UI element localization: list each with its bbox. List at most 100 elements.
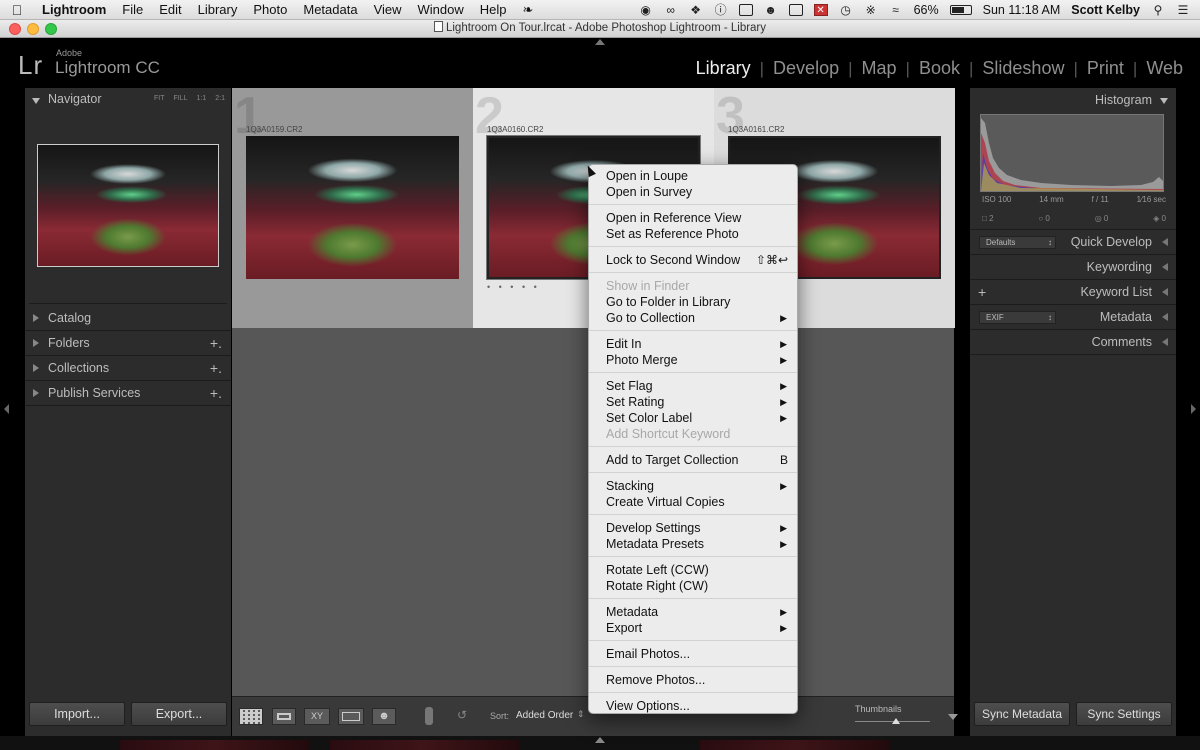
menu-item-remove-photos[interactable]: Remove Photos... — [589, 672, 797, 688]
quick-develop-header[interactable]: Defaults Quick Develop — [970, 230, 1176, 255]
grid-view-icon[interactable] — [239, 708, 263, 725]
close-window-button[interactable] — [9, 23, 21, 35]
rating-dots[interactable]: • • • • • — [487, 282, 540, 292]
notification-list-icon[interactable]: ☰ — [1176, 4, 1190, 16]
menu-item-go-to-folder-in-library[interactable]: Go to Folder in Library — [589, 294, 797, 310]
display-icon[interactable] — [738, 4, 753, 16]
module-library[interactable]: Library — [687, 58, 760, 79]
menu-library[interactable]: Library — [190, 2, 246, 17]
search-icon[interactable]: ⚲ — [1151, 4, 1165, 16]
wifi-icon[interactable]: ≈ — [889, 4, 903, 16]
menu-edit[interactable]: Edit — [151, 2, 189, 17]
module-slideshow[interactable]: Slideshow — [973, 58, 1073, 79]
survey-view-icon[interactable] — [338, 708, 364, 725]
histogram-header[interactable]: Histogram — [970, 88, 1176, 113]
menu-help[interactable]: Help — [472, 2, 515, 17]
compare-view-icon[interactable]: XY — [304, 708, 330, 725]
toolbar-menu-chevron-icon[interactable] — [948, 714, 958, 720]
minimize-window-button[interactable] — [27, 23, 39, 35]
add-folder-icon[interactable]: +. — [210, 331, 222, 356]
menu-item-open-in-survey[interactable]: Open in Survey — [589, 184, 797, 200]
apple-icon[interactable]:  — [0, 2, 34, 18]
spray-can-icon[interactable] — [425, 707, 433, 725]
camera-icon[interactable]: ◉ — [639, 4, 653, 16]
menu-item-lock-to-second-window[interactable]: Lock to Second Window ⇧⌘↩ — [589, 252, 797, 268]
menu-item-set-flag[interactable]: Set Flag ▶ — [589, 378, 797, 394]
zoom-window-button[interactable] — [45, 23, 57, 35]
menu-item-rotate-left-ccw[interactable]: Rotate Left (CCW) — [589, 562, 797, 578]
filmstrip-thumb[interactable] — [330, 740, 520, 750]
dropbox-icon[interactable]: ❖ — [689, 4, 703, 16]
add-collection-icon[interactable]: +. — [210, 356, 222, 381]
crop-count[interactable]: □ 2 — [982, 214, 994, 223]
module-develop[interactable]: Develop — [764, 58, 848, 79]
navigator-image[interactable] — [37, 144, 219, 267]
filmstrip-toggle-icon[interactable] — [595, 737, 605, 743]
filmstrip-thumb[interactable] — [120, 740, 310, 750]
rotate-icon[interactable]: ↺ — [457, 708, 467, 722]
saved-preset-select[interactable]: Defaults — [979, 236, 1056, 249]
sort-chevron-icon[interactable]: ⇕ — [577, 709, 585, 720]
menu-item-stacking[interactable]: Stacking ▶ — [589, 478, 797, 494]
thumbnail-slider-knob[interactable] — [892, 718, 900, 724]
menu-item-create-virtual-copies[interactable]: Create Virtual Copies — [589, 494, 797, 510]
brush-count[interactable]: ◈ 0 — [1153, 214, 1166, 223]
window-icon[interactable] — [788, 4, 803, 16]
photo-thumbnail[interactable] — [246, 136, 459, 279]
evernote-icon[interactable]: ☻ — [764, 4, 778, 16]
menu-item-email-photos[interactable]: Email Photos... — [589, 646, 797, 662]
menu-item-set-as-reference-photo[interactable]: Set as Reference Photo — [589, 226, 797, 242]
menu-item-open-in-loupe[interactable]: Open in Loupe — [589, 168, 797, 184]
add-keyword-icon[interactable]: + — [978, 280, 986, 305]
people-view-icon[interactable]: ☻ — [372, 708, 396, 725]
right-panel-toggle-icon[interactable] — [1191, 404, 1196, 414]
menu-item-open-in-reference-view[interactable]: Open in Reference View — [589, 210, 797, 226]
menubar-clock[interactable]: Sun 11:18 AM — [983, 3, 1061, 17]
bluetooth-icon[interactable]: ※ — [864, 4, 878, 16]
zoom-fill[interactable]: FILL — [174, 88, 188, 110]
menubar-user[interactable]: Scott Kelby — [1071, 3, 1140, 17]
menu-file[interactable]: File — [114, 2, 151, 17]
metadata-header[interactable]: EXIF Metadata — [970, 305, 1176, 330]
loupe-view-icon[interactable] — [272, 708, 296, 725]
keyword-list-header[interactable]: + Keyword List — [970, 280, 1176, 305]
menu-view[interactable]: View — [366, 2, 410, 17]
script-icon[interactable]: ❧ — [515, 2, 542, 18]
menu-item-export[interactable]: Export ▶ — [589, 620, 797, 636]
folders-panel-header[interactable]: Folders +. — [25, 331, 231, 356]
keywording-header[interactable]: Keywording — [970, 255, 1176, 280]
info-icon[interactable]: ⓘ — [714, 4, 728, 16]
import-button[interactable]: Import... — [29, 702, 125, 726]
time-machine-icon[interactable]: ◷ — [839, 4, 853, 16]
add-publish-service-icon[interactable]: +. — [210, 381, 222, 406]
module-map[interactable]: Map — [853, 58, 906, 79]
menu-app-name[interactable]: Lightroom — [34, 2, 114, 17]
grid-cell[interactable]: 1 1Q3A0159.CR2 — [232, 87, 473, 328]
export-button[interactable]: Export... — [131, 702, 227, 726]
menu-item-set-rating[interactable]: Set Rating ▶ — [589, 394, 797, 410]
module-print[interactable]: Print — [1078, 58, 1133, 79]
x-badge-icon[interactable]: ✕ — [813, 4, 828, 16]
zoom-1-1[interactable]: 1:1 — [197, 88, 207, 110]
menu-item-set-color-label[interactable]: Set Color Label ▶ — [589, 410, 797, 426]
catalog-panel-header[interactable]: Catalog — [25, 306, 231, 331]
top-panel-toggle-icon[interactable] — [595, 39, 605, 45]
menu-item-add-to-target-collection[interactable]: Add to Target Collection B — [589, 452, 797, 468]
sync-metadata-button[interactable]: Sync Metadata — [974, 702, 1070, 726]
menu-window[interactable]: Window — [410, 2, 472, 17]
collections-panel-header[interactable]: Collections +. — [25, 356, 231, 381]
sort-order-select[interactable]: Added Order — [516, 710, 573, 721]
menu-item-metadata[interactable]: Metadata ▶ — [589, 604, 797, 620]
module-book[interactable]: Book — [910, 58, 969, 79]
menu-item-rotate-right-cw[interactable]: Rotate Right (CW) — [589, 578, 797, 594]
menu-item-photo-merge[interactable]: Photo Merge ▶ — [589, 352, 797, 368]
zoom-fit[interactable]: FIT — [154, 88, 165, 110]
battery-icon[interactable] — [949, 5, 972, 15]
menu-item-view-options[interactable]: View Options... — [589, 698, 797, 714]
publish-services-panel-header[interactable]: Publish Services +. — [25, 381, 231, 406]
menu-item-go-to-collection[interactable]: Go to Collection ▶ — [589, 310, 797, 326]
creative-cloud-icon[interactable]: ∞ — [664, 4, 678, 16]
module-web[interactable]: Web — [1137, 58, 1192, 79]
menu-item-develop-settings[interactable]: Develop Settings ▶ — [589, 520, 797, 536]
navigator-header[interactable]: Navigator FIT FILL 1:1 2:1 — [25, 88, 231, 110]
